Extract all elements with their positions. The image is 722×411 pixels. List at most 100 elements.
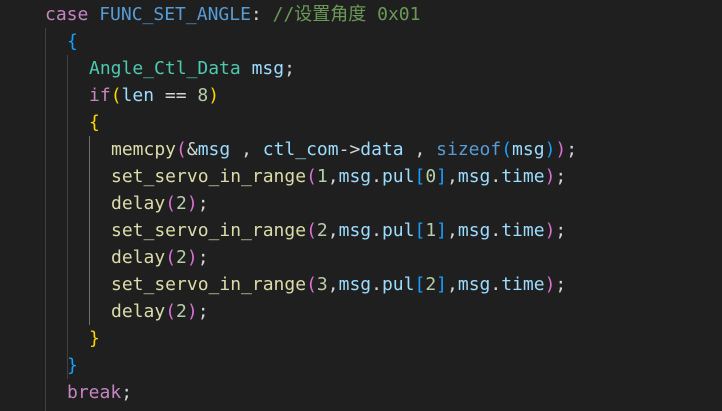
code-line[interactable]: set_servo_in_range(3,msg.pul[2],msg.time… (111, 271, 566, 298)
code-token: time (501, 166, 545, 187)
code-token: , (327, 220, 339, 241)
code-token: msg (338, 274, 372, 295)
code-token: ; (555, 220, 567, 241)
code-token: ( (306, 220, 317, 241)
code-token: ( (306, 166, 317, 187)
code-token: 3 (316, 274, 328, 295)
code-token: set_servo_in_range (111, 166, 307, 187)
code-token: 2 (176, 301, 187, 322)
code-token: ; (566, 139, 578, 160)
code-token: , (447, 166, 458, 187)
code-token: 2 (425, 274, 437, 295)
code-token: 1 (425, 220, 437, 241)
code-token: 0 (425, 166, 437, 187)
code-editor[interactable]: case FUNC_SET_ANGLE: //设置角度 0x01 { Angle_C… (0, 0, 722, 411)
code-token: ] (436, 220, 448, 241)
code-token: 2 (316, 220, 328, 241)
code-token: [ (414, 166, 426, 187)
code-token: ) (544, 166, 556, 187)
code-token: , (447, 220, 458, 241)
code-token: . (371, 220, 382, 241)
code-token: ; (284, 58, 295, 79)
code-token: pul (381, 220, 415, 241)
code-token: == (154, 85, 198, 106)
code-line[interactable]: memcpy(&msg , ctl_com->data , sizeof(msg… (111, 136, 577, 163)
code-token: msg (457, 166, 491, 187)
code-line[interactable]: delay(2); (111, 298, 209, 325)
code-line[interactable]: set_servo_in_range(2,msg.pul[1],msg.time… (111, 217, 566, 244)
code-token: { (67, 31, 78, 52)
code-token: FUNC_SET_ANGLE (99, 4, 251, 25)
code-token: memcpy (111, 139, 177, 160)
code-token: msg (457, 274, 491, 295)
code-token: ( (306, 274, 317, 295)
code-token: [ (414, 274, 426, 295)
code-token: ; (555, 166, 567, 187)
code-token: case (45, 4, 89, 25)
code-token: ( (165, 247, 177, 268)
code-token: . (490, 166, 502, 187)
code-token: ) (544, 274, 556, 295)
code-token: ; (197, 301, 209, 322)
code-token: ( (176, 139, 187, 160)
code-token: ctl_com (262, 139, 339, 160)
code-line[interactable]: } (67, 352, 78, 379)
code-token: , (447, 274, 458, 295)
code-token: //设置角度 0x01 (272, 4, 421, 25)
code-token: break (67, 382, 122, 403)
code-token: ; (121, 382, 133, 403)
code-token: delay (111, 193, 166, 214)
code-token: , (327, 166, 339, 187)
code-token: , (403, 139, 437, 160)
code-token: msg (338, 220, 372, 241)
code-line[interactable]: case FUNC_SET_ANGLE: //设置角度 0x01 (45, 1, 420, 28)
code-line[interactable]: delay(2); (111, 244, 209, 271)
code-line[interactable]: if(len == 8) (89, 82, 219, 109)
code-token: ( (110, 85, 122, 106)
code-token: ) (186, 301, 198, 322)
indent-guide (67, 55, 68, 379)
code-token: set_servo_in_range (111, 220, 307, 241)
code-token: ) (208, 85, 220, 106)
code-token: ) (544, 220, 556, 241)
code-token: . (371, 274, 382, 295)
code-line[interactable]: break; (67, 379, 132, 406)
code-line[interactable]: } (89, 325, 100, 352)
code-token: , (230, 139, 263, 160)
code-token: 8 (197, 85, 209, 106)
code-token: delay (111, 301, 166, 322)
code-token: . (490, 220, 502, 241)
code-token: : (250, 4, 273, 25)
code-token: & (186, 139, 198, 160)
code-token: . (490, 274, 502, 295)
code-token: 2 (176, 193, 187, 214)
code-line[interactable]: delay(2); (111, 190, 209, 217)
code-token: , (327, 274, 339, 295)
code-token: msg (251, 58, 285, 79)
code-token: ( (501, 139, 513, 160)
code-token: delay (111, 247, 166, 268)
code-token: if (89, 85, 111, 106)
code-token: ) (544, 139, 556, 160)
code-token: msg (457, 220, 491, 241)
code-line[interactable]: { (89, 109, 100, 136)
code-token: msg (338, 166, 372, 187)
code-token: ) (555, 139, 567, 160)
code-token: ] (436, 274, 448, 295)
code-line[interactable]: set_servo_in_range(1,msg.pul[0],msg.time… (111, 163, 566, 190)
code-token: ( (165, 193, 177, 214)
indent-guide (89, 136, 90, 325)
code-token: set_servo_in_range (111, 274, 307, 295)
code-line[interactable]: { (67, 28, 78, 55)
code-token: ) (186, 247, 198, 268)
code-token: ; (555, 274, 567, 295)
code-token: msg (197, 139, 231, 160)
indent-guide (45, 28, 46, 411)
code-token: time (501, 220, 545, 241)
code-token: } (67, 355, 78, 376)
code-token: ; (197, 193, 209, 214)
code-line[interactable]: Angle_Ctl_Data msg; (89, 55, 295, 82)
code-token: } (89, 328, 100, 349)
code-token: Angle_Ctl_Data (89, 58, 241, 79)
